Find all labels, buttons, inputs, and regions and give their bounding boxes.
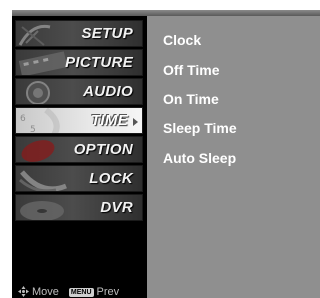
menu-item-option[interactable]: OPTION [15,136,143,163]
menu-key-badge: MENU [68,288,94,297]
osd-menu-window: SETUP PICTURE AUDIO 6 5 TIME OPTION LOCK… [12,10,320,298]
submenu-item-off-time[interactable]: Off Time [163,62,220,78]
submenu-item-sleep-time[interactable]: Sleep Time [163,120,237,136]
menu-item-setup[interactable]: SETUP [15,20,143,47]
prev-hint-label: Prev [96,286,120,298]
chevron-right-icon [133,118,138,126]
menu-label-dvr: DVR [100,199,133,216]
lock-icon [19,170,67,191]
menu-label-setup: SETUP [81,25,133,42]
submenu-item-clock[interactable]: Clock [163,32,201,48]
main-menu-panel: SETUP PICTURE AUDIO 6 5 TIME OPTION LOCK… [12,16,147,298]
menu-item-lock[interactable]: LOCK [15,165,143,192]
move-hint-label: Move [32,286,59,298]
submenu-item-auto-sleep[interactable]: Auto Sleep [163,150,236,166]
menu-item-picture[interactable]: PICTURE [15,49,143,76]
menu-item-dvr[interactable]: DVR [15,194,143,221]
footer-hints: Move MENU Prev [18,286,119,298]
clock-icon: 6 5 [20,108,60,134]
submenu-panel: Clock Off Time On Time Sleep Time Auto S… [147,16,320,298]
move-arrows-icon [18,286,29,297]
menu-item-time[interactable]: 6 5 TIME [15,107,143,134]
svg-text:6: 6 [20,114,26,124]
satellite-dish-icon [18,24,51,46]
svg-text:5: 5 [30,125,36,134]
menu-item-audio[interactable]: AUDIO [15,78,143,105]
speaker-icon [26,81,50,104]
disc-icon [20,201,64,220]
menu-label-picture: PICTURE [65,54,133,71]
submenu-item-on-time[interactable]: On Time [163,91,219,107]
menu-label-audio: AUDIO [83,83,133,100]
menu-label-lock: LOCK [89,170,133,187]
menu-label-time: TIME [90,112,128,129]
menu-label-option: OPTION [73,141,133,158]
